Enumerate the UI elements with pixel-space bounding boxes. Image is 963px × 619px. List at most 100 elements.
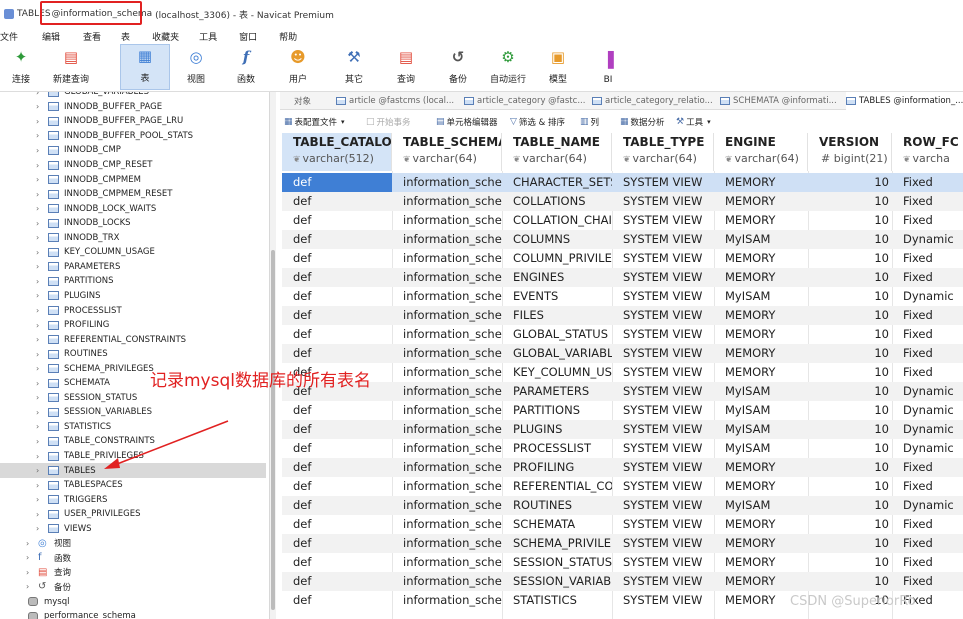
cell-table-type[interactable]: SYSTEM VIEW — [612, 287, 714, 306]
menu-edit[interactable]: 编辑 — [42, 30, 68, 43]
cell-table-name[interactable]: COLLATION_CHAI — [502, 211, 612, 230]
table-row[interactable]: def information_scher SESSION_VARIABI SYSTE… — [282, 572, 963, 591]
cell-version[interactable]: 10 — [808, 420, 892, 439]
cell-table-type[interactable]: SYSTEM VIEW — [612, 173, 714, 192]
table-row[interactable]: def information_scher COLLATIONS SYSTEM VIE… — [282, 192, 963, 211]
cell-version[interactable]: 10 — [808, 401, 892, 420]
backup-button[interactable]: ↺ 备份 — [440, 44, 476, 90]
sidebar-table-parameters[interactable]: › PARAMETERS — [0, 260, 266, 275]
sidebar-database-performance-schema[interactable]: performance_schema — [0, 609, 266, 619]
table-row[interactable]: def information_scher ENGINES SYSTEM VIEW ME… — [282, 268, 963, 287]
cell-row-fc[interactable]: Dynamic — [892, 230, 963, 249]
sidebar-table-innodb-cmp[interactable]: › INNODB_CMP — [0, 143, 266, 158]
cell-engine[interactable]: MEMORY — [714, 515, 808, 534]
cell-version[interactable]: 10 — [808, 230, 892, 249]
cell-row-fc[interactable]: Fixed — [892, 344, 963, 363]
column-header-table-name[interactable]: TABLE_NAME ❦ varchar(64) — [502, 133, 612, 171]
cell-row-fc[interactable]: Dynamic — [892, 496, 963, 515]
cell-table-catalog[interactable]: def — [282, 439, 392, 458]
cell-version[interactable]: 10 — [808, 249, 892, 268]
sidebar-table-user-privileges[interactable]: › USER_PRIVILEGES — [0, 507, 266, 522]
cell-table-catalog[interactable]: def — [282, 420, 392, 439]
sidebar-table-innodb-lock-waits[interactable]: › INNODB_LOCK_WAITS — [0, 201, 266, 216]
sidebar-table-innodb-buffer-pool-stats[interactable]: › INNODB_BUFFER_POOL_STATS — [0, 129, 266, 144]
table-row[interactable]: def information_scher SCHEMATA SYSTEM VIEW M… — [282, 515, 963, 534]
cell-engine[interactable]: MyISAM — [714, 287, 808, 306]
cell-table-name[interactable]: COLUMN_PRIVILE — [502, 249, 612, 268]
cell-engine[interactable]: MEMORY — [714, 211, 808, 230]
cell-table-catalog[interactable]: def — [282, 325, 392, 344]
column-header-version[interactable]: VERSION # bigint(21) — [808, 133, 892, 171]
tab-objects[interactable]: 对象 — [294, 92, 334, 110]
cell-table-schema[interactable]: information_scher — [392, 173, 502, 192]
expand-arrow-icon[interactable]: › — [36, 291, 39, 300]
tab-article-category[interactable]: article_category @fastc... — [464, 92, 588, 110]
tab-article-category-relation[interactable]: article_category_relatio... — [592, 92, 718, 110]
cell-version[interactable]: 10 — [808, 363, 892, 382]
cell-table-name[interactable]: SESSION_VARIABI — [502, 572, 612, 591]
sidebar-table-innodb-buffer-page[interactable]: › INNODB_BUFFER_PAGE — [0, 100, 266, 115]
sidebar-table-tables[interactable]: › TABLES — [0, 463, 266, 478]
cell-table-name[interactable]: ENGINES — [502, 268, 612, 287]
tab-tables[interactable]: TABLES @information_... — [846, 92, 963, 110]
cell-version[interactable]: 10 — [808, 173, 892, 192]
cell-engine[interactable]: MEMORY — [714, 458, 808, 477]
table-row[interactable]: def information_scher PROFILING SYSTEM VIEW… — [282, 458, 963, 477]
sidebar-table-processlist[interactable]: › PROCESSLIST — [0, 303, 266, 318]
cell-table-catalog[interactable]: def — [282, 211, 392, 230]
cell-table-schema[interactable]: information_scher — [392, 439, 502, 458]
cell-version[interactable]: 10 — [808, 325, 892, 344]
cell-table-name[interactable]: PROCESSLIST — [502, 439, 612, 458]
cell-row-fc[interactable]: Fixed — [892, 363, 963, 382]
sidebar-table-innodb-cmp-reset[interactable]: › INNODB_CMP_RESET — [0, 158, 266, 173]
expand-arrow-icon[interactable]: › — [36, 335, 39, 344]
expand-arrow-icon[interactable]: › — [36, 262, 39, 271]
cell-version[interactable]: 10 — [808, 458, 892, 477]
expand-arrow-icon[interactable]: › — [36, 175, 39, 184]
table-row[interactable]: def information_scher SESSION_STATUS SYSTEM… — [282, 553, 963, 572]
expand-arrow-icon[interactable]: › — [36, 379, 39, 388]
cell-table-name[interactable]: COLUMNS — [502, 230, 612, 249]
cell-table-schema[interactable]: information_scher — [392, 211, 502, 230]
data-analysis-button[interactable]: ▦ 数据分析 — [620, 116, 665, 128]
sidebar-group-3[interactable]: › ↺ 备份 — [0, 580, 266, 595]
cell-version[interactable]: 10 — [808, 477, 892, 496]
table-config-button[interactable]: ▦ 表配置文件 ▾ — [284, 116, 345, 128]
cell-engine[interactable]: MEMORY — [714, 249, 808, 268]
cell-table-catalog[interactable]: def — [282, 344, 392, 363]
expand-arrow-icon[interactable]: › — [36, 321, 39, 330]
cell-row-fc[interactable]: Fixed — [892, 477, 963, 496]
cell-table-type[interactable]: SYSTEM VIEW — [612, 458, 714, 477]
cell-engine[interactable]: MyISAM — [714, 230, 808, 249]
cell-table-type[interactable]: SYSTEM VIEW — [612, 306, 714, 325]
sidebar-table-triggers[interactable]: › TRIGGERS — [0, 492, 266, 507]
expand-arrow-icon[interactable]: › — [36, 102, 39, 111]
cell-table-schema[interactable]: information_scher — [392, 496, 502, 515]
cell-version[interactable]: 10 — [808, 496, 892, 515]
menu-view[interactable]: 查看 — [83, 30, 109, 43]
cell-table-type[interactable]: SYSTEM VIEW — [612, 477, 714, 496]
table-row[interactable]: def information_scher CHARACTER_SETS SYSTEM… — [282, 173, 963, 192]
cell-table-schema[interactable]: information_scher — [392, 382, 502, 401]
query-button[interactable]: ▤ 查询 — [388, 44, 424, 90]
cell-engine[interactable]: MyISAM — [714, 496, 808, 515]
automation-button[interactable]: ⚙ 自动运行 — [486, 44, 530, 90]
menu-file[interactable]: 文件 — [0, 30, 26, 43]
sidebar-scroll-thumb[interactable] — [271, 250, 275, 610]
cell-engine[interactable]: MEMORY — [714, 477, 808, 496]
sidebar-table-partitions[interactable]: › PARTITIONS — [0, 274, 266, 289]
sidebar-group-1[interactable]: › f 函数 — [0, 551, 266, 566]
cell-engine[interactable]: MEMORY — [714, 534, 808, 553]
cell-table-name[interactable]: GLOBAL_VARIABL — [502, 344, 612, 363]
cell-table-schema[interactable]: information_scher — [392, 344, 502, 363]
cell-table-name[interactable]: FILES — [502, 306, 612, 325]
cell-editor-button[interactable]: ▤ 单元格编辑器 — [436, 116, 498, 128]
cell-table-catalog[interactable]: def — [282, 249, 392, 268]
sidebar-table-tablespaces[interactable]: › TABLESPACES — [0, 478, 266, 493]
expand-arrow-icon[interactable]: › — [26, 539, 29, 548]
cell-table-catalog[interactable]: def — [282, 173, 392, 192]
expand-arrow-icon[interactable]: › — [36, 452, 39, 461]
cell-row-fc[interactable]: Fixed — [892, 306, 963, 325]
cell-row-fc[interactable]: Fixed — [892, 515, 963, 534]
cell-table-schema[interactable]: information_scher — [392, 401, 502, 420]
